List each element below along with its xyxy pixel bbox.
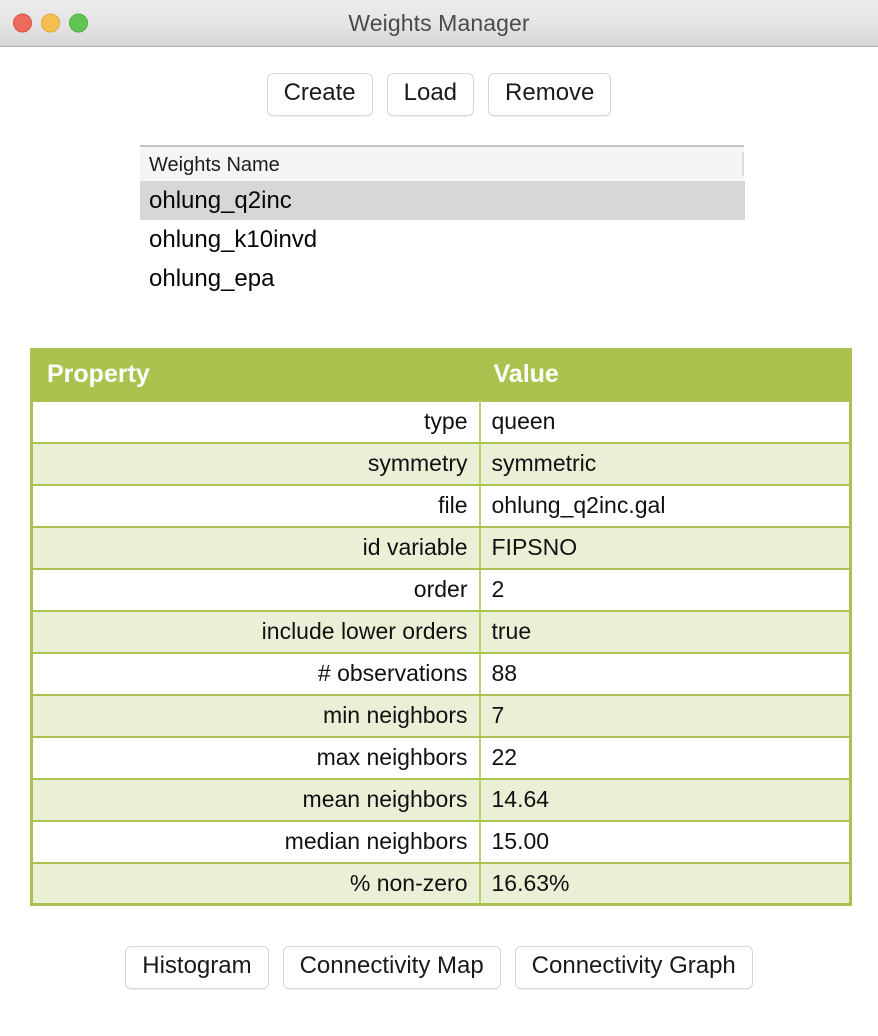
value-cell: true [479,609,851,654]
weights-properties-table: Property Value type queen symmetry symme… [30,347,852,907]
property-cell: mean neighbors [31,777,481,822]
table-row[interactable]: min neighbors 7 [31,693,851,738]
value-column-header[interactable]: Value [479,349,851,401]
value-cell: 14.64 [479,777,851,822]
table-row[interactable]: type queen [31,399,851,444]
table-row[interactable]: symmetry symmetric [31,441,851,486]
remove-button[interactable]: Remove [488,73,612,116]
property-cell: include lower orders [31,609,481,654]
table-row[interactable]: order 2 [31,567,851,612]
value-cell: symmetric [479,441,851,486]
value-cell: 22 [479,735,851,780]
create-button[interactable]: Create [266,73,373,116]
minimize-window-button[interactable] [41,13,60,33]
value-cell: 7 [479,693,851,738]
close-window-button[interactable] [13,13,32,33]
table-row[interactable]: mean neighbors 14.64 [31,777,851,822]
list-item[interactable]: ohlung_k10invd [140,220,745,259]
list-item[interactable]: ohlung_q2inc [140,180,745,220]
visualization-toolbar: Histogram Connectivity Map Connectivity … [0,946,878,990]
property-column-header[interactable]: Property [31,349,480,401]
value-cell: 88 [479,651,851,696]
table-row[interactable]: median neighbors 15.00 [31,819,851,864]
traffic-lights [13,13,88,33]
weights-list: Weights Name ohlung_q2inc ohlung_k10invd… [140,144,745,298]
window-titlebar: Weights Manager [0,0,878,47]
property-cell: id variable [31,525,481,570]
property-cell: median neighbors [31,819,481,864]
property-cell: type [31,399,481,444]
value-cell: 2 [479,567,851,612]
value-cell: queen [479,399,851,444]
table-row[interactable]: % non-zero 16.63% [31,861,851,906]
connectivity-graph-button[interactable]: Connectivity Graph [514,946,753,990]
table-row[interactable]: id variable FIPSNO [31,525,851,570]
property-cell: min neighbors [31,693,481,738]
list-item[interactable]: ohlung_epa [140,259,745,298]
property-cell: # observations [31,651,481,696]
table-row[interactable]: file ohlung_q2inc.gal [31,483,851,528]
property-cell: symmetry [31,441,481,486]
load-button[interactable]: Load [386,73,475,116]
window-title: Weights Manager [348,9,530,36]
histogram-button[interactable]: Histogram [125,946,269,990]
weights-list-column-header[interactable]: Weights Name [140,144,744,181]
table-row[interactable]: # observations 88 [31,651,851,696]
table-body: type queen symmetry symmetric file ohlun… [31,399,851,906]
value-cell: FIPSNO [479,525,851,570]
weights-name-column-label: Weights Name [149,153,280,176]
weights-actions-toolbar: Create Load Remove [0,73,878,116]
column-resize-handle[interactable] [742,151,744,176]
zoom-window-button[interactable] [69,13,88,33]
table-row[interactable]: max neighbors 22 [31,735,851,780]
value-cell: 15.00 [479,819,851,864]
property-cell: order [31,567,481,612]
property-cell: file [31,483,481,528]
table-row[interactable]: include lower orders true [31,609,851,654]
value-cell: ohlung_q2inc.gal [479,483,851,528]
value-cell: 16.63% [479,861,851,906]
property-cell: % non-zero [31,861,481,906]
connectivity-map-button[interactable]: Connectivity Map [282,946,501,990]
table-header-row: Property Value [31,349,851,401]
property-cell: max neighbors [31,735,481,780]
